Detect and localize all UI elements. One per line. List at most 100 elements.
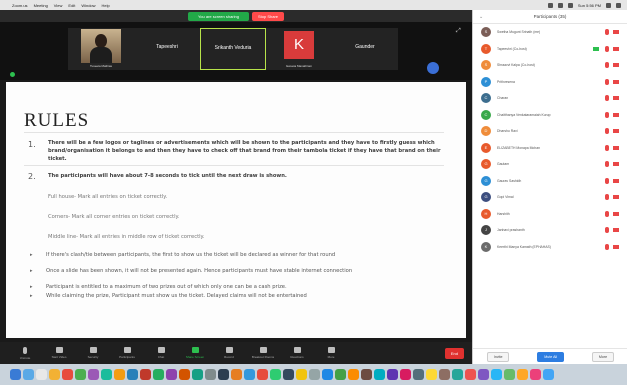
dock-app-icon[interactable]	[400, 369, 411, 380]
dock-app-icon[interactable]	[36, 369, 47, 380]
dock-app-icon[interactable]	[153, 369, 164, 380]
video-tile[interactable]: Tapeeshri	[134, 28, 200, 70]
dock-app-icon[interactable]	[218, 369, 229, 380]
muted-mic-icon[interactable]	[605, 144, 609, 151]
dock-app-icon[interactable]	[257, 369, 268, 380]
video-off-icon[interactable]	[613, 195, 619, 199]
participant-row[interactable]: C Chaitthanya Venkataramaiah Kurup	[473, 107, 627, 124]
menu-item-help[interactable]: Help	[102, 3, 110, 8]
end-meeting-button[interactable]: End	[444, 347, 464, 359]
participant-row[interactable]: H Harshith	[473, 206, 627, 223]
menu-item-window[interactable]: Window	[81, 3, 95, 8]
video-off-icon[interactable]	[613, 30, 619, 34]
video-tile[interactable]: Tuseeta Mathias	[68, 28, 134, 70]
video-off-icon[interactable]	[613, 63, 619, 67]
search-icon[interactable]	[606, 2, 611, 8]
screen-sharing-indicator[interactable]: You are screen sharing	[187, 11, 249, 21]
dock-app-icon[interactable]	[543, 369, 554, 380]
menu-item-app[interactable]: Zoom.us	[12, 3, 28, 8]
participant-row[interactable]: K Keerthi Manya Kamath (EPHAHAS)	[473, 239, 627, 256]
chat-button[interactable]: Chat	[144, 347, 178, 359]
video-off-icon[interactable]	[613, 145, 619, 150]
invite-button[interactable]: Invite	[486, 351, 510, 362]
dock-app-icon[interactable]	[244, 369, 255, 380]
dock-app-icon[interactable]	[49, 369, 60, 380]
volume-icon[interactable]	[567, 2, 573, 8]
dock-app-icon[interactable]	[452, 369, 463, 380]
more-options-button[interactable]: More	[591, 351, 615, 362]
dock-app-icon[interactable]	[127, 369, 138, 380]
video-tile[interactable]: K Gweeta Manathram	[266, 28, 332, 70]
participant-row[interactable]: J Janhavi prashanth	[473, 222, 627, 239]
dock-app-icon[interactable]	[10, 369, 21, 380]
participant-row[interactable]: S Swetha Mugunt Srinath (me)	[473, 24, 627, 41]
video-off-icon[interactable]	[613, 228, 619, 232]
stop-share-button[interactable]: Stop Share	[251, 11, 284, 21]
participants-button[interactable]: Participants	[110, 347, 144, 359]
dock-app-icon[interactable]	[88, 369, 99, 380]
video-off-icon[interactable]	[613, 46, 619, 51]
dock-app-icon[interactable]	[101, 369, 112, 380]
dock-app-icon[interactable]	[179, 369, 190, 380]
video-off-icon[interactable]	[613, 211, 619, 216]
menu-item-meeting[interactable]: Meeting	[34, 3, 48, 8]
mute-all-button[interactable]: Mute All	[537, 351, 565, 362]
view-toggle-button[interactable]	[427, 62, 439, 74]
dock-app-icon[interactable]	[296, 369, 307, 380]
muted-mic-icon[interactable]	[605, 210, 609, 217]
reactions-button[interactable]: Reactions	[280, 347, 314, 359]
video-off-icon[interactable]	[613, 96, 619, 100]
video-off-icon[interactable]	[613, 178, 619, 183]
dock-app-icon[interactable]	[270, 369, 281, 380]
dock-app-icon[interactable]	[322, 369, 333, 380]
wifi-icon[interactable]	[547, 2, 553, 8]
menu-item-edit[interactable]: Edit	[68, 3, 75, 8]
muted-mic-icon[interactable]	[605, 62, 609, 68]
dock-app-icon[interactable]	[62, 369, 73, 380]
dock-app-icon[interactable]	[309, 369, 320, 380]
dock-app-icon[interactable]	[413, 369, 424, 380]
video-tile-active-speaker[interactable]: Srikanth Veduria	[200, 28, 266, 70]
video-off-icon[interactable]	[613, 162, 619, 166]
dock-app-icon[interactable]	[426, 369, 437, 380]
muted-mic-icon[interactable]	[605, 78, 609, 85]
more-button[interactable]: More	[314, 347, 348, 359]
dock-app-icon[interactable]	[478, 369, 489, 380]
dock-app-icon[interactable]	[465, 369, 476, 380]
muted-mic-icon[interactable]	[605, 111, 609, 118]
dock-app-icon[interactable]	[231, 369, 242, 380]
dock-app-icon[interactable]	[530, 369, 541, 380]
muted-mic-icon[interactable]	[605, 227, 609, 233]
breakout-rooms-button[interactable]: Breakout Rooms	[246, 347, 280, 359]
muted-mic-icon[interactable]	[605, 45, 609, 52]
participant-row[interactable]: G Gaurav Sashidh	[473, 173, 627, 190]
menu-clock[interactable]: Sun 5:56 PM	[578, 3, 601, 8]
video-off-icon[interactable]	[613, 129, 619, 133]
muted-mic-icon[interactable]	[605, 177, 609, 184]
menu-item-view[interactable]: View	[54, 3, 63, 8]
dock-app-icon[interactable]	[140, 369, 151, 380]
chevron-down-icon[interactable]: ⌄	[479, 14, 483, 20]
participant-row[interactable]: E ELIZABETH Monapa Mohan	[473, 140, 627, 157]
video-on-icon[interactable]	[593, 46, 599, 51]
security-button[interactable]: Security	[76, 347, 110, 359]
record-button[interactable]: Record	[212, 347, 246, 359]
participant-row[interactable]: P Prithvesena	[473, 74, 627, 91]
dock-app-icon[interactable]	[283, 369, 294, 380]
share-screen-button[interactable]: Share Screen	[178, 347, 212, 359]
control-center-icon[interactable]	[616, 2, 621, 8]
video-tile[interactable]: Gaunder	[332, 28, 398, 70]
participant-row[interactable]: G Gautam	[473, 156, 627, 173]
muted-mic-icon[interactable]	[605, 95, 609, 101]
dock-app-icon[interactable]	[23, 369, 34, 380]
dock-app-icon[interactable]	[192, 369, 203, 380]
dock-app-icon[interactable]	[517, 369, 528, 380]
dock-app-icon[interactable]	[335, 369, 346, 380]
dock-app-icon[interactable]	[348, 369, 359, 380]
participant-row[interactable]: T Tapeeshri (Co-host)	[473, 41, 627, 58]
start-video-button[interactable]: Start Video	[42, 347, 76, 359]
unmute-button[interactable]: Unmute	[8, 346, 42, 360]
muted-mic-icon[interactable]	[605, 243, 609, 250]
dock-app-icon[interactable]	[387, 369, 398, 380]
battery-icon[interactable]	[557, 2, 563, 8]
